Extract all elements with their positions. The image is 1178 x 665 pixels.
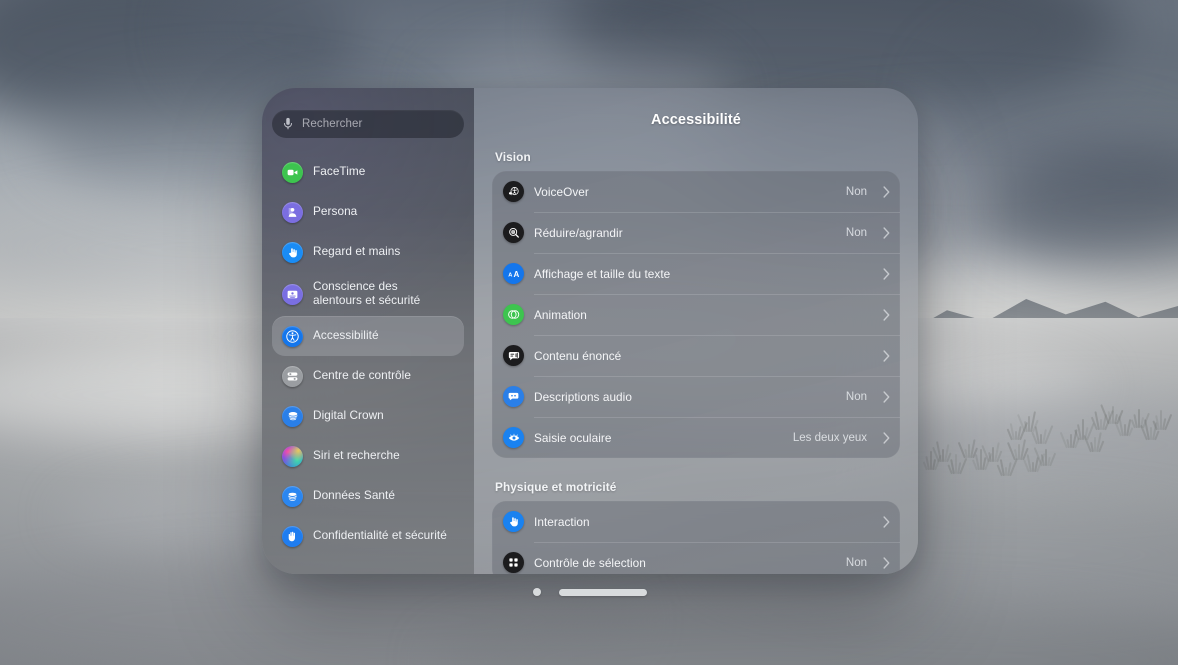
settings-row-label: Réduire/agrandir xyxy=(534,225,623,240)
svg-text:A: A xyxy=(508,272,512,278)
chevron-right-icon xyxy=(883,226,890,239)
settings-row-label: Saisie oculaire xyxy=(534,430,612,445)
settings-row-value: Non xyxy=(845,185,867,198)
chevron-right-icon xyxy=(883,515,890,528)
page-indicator-dot[interactable] xyxy=(533,588,541,596)
chevron-right-icon xyxy=(883,185,890,198)
accessibility-icon xyxy=(282,325,303,347)
sidebar-item-label: Persona xyxy=(313,204,358,219)
settings-row[interactable]: Réduire/agrandir Non xyxy=(492,212,900,253)
settings-row[interactable]: Animation xyxy=(492,294,900,335)
sidebar-item-facetime[interactable]: FaceTime xyxy=(272,152,464,192)
sidebar-item-label: Confidentialité et sécurité xyxy=(313,528,447,543)
settings-row-label: Animation xyxy=(534,307,587,322)
control-center-icon xyxy=(282,365,303,387)
microphone-icon xyxy=(283,117,293,130)
facetime-icon xyxy=(282,161,303,183)
settings-row-label: VoiceOver xyxy=(534,184,589,199)
sidebar-item-label: Données Santé xyxy=(313,488,395,503)
voiceover-icon xyxy=(503,181,524,202)
sidebar-item-accessibilit[interactable]: Accessibilité xyxy=(272,316,464,356)
sidebar-item-label: Conscience des alentours et sécurité xyxy=(313,279,421,307)
chevron-right-icon xyxy=(883,390,890,403)
awareness-icon xyxy=(282,283,303,305)
page-title: Accessibilité xyxy=(651,112,741,128)
settings-row-label: Affichage et taille du texte xyxy=(534,266,671,281)
audio-descriptions-icon xyxy=(503,386,524,407)
zoom-loupe-icon xyxy=(503,222,524,243)
motion-icon xyxy=(503,304,524,325)
settings-row[interactable]: Contrôle de sélection Non xyxy=(492,542,900,574)
chevron-right-icon xyxy=(883,267,890,280)
sidebar-item-label: Siri et recherche xyxy=(313,448,400,463)
search-input[interactable]: Rechercher xyxy=(272,110,464,138)
settings-card: Interaction Contrôle de sélection Non xyxy=(492,501,900,574)
settings-row-value: Non xyxy=(845,226,867,239)
sidebar-item-siri-et-recherche[interactable]: Siri et recherche xyxy=(272,436,464,476)
sidebar-item-confidentialit-et-scurit[interactable]: Confidentialité et sécurité xyxy=(272,516,464,556)
settings-row-value: Non xyxy=(845,556,867,569)
sidebar-item-label: Centre de contrôle xyxy=(313,368,411,383)
sidebar-item-persona[interactable]: Persona xyxy=(272,192,464,232)
settings-row[interactable]: Contenu énoncé xyxy=(492,335,900,376)
health-data-icon xyxy=(282,485,303,507)
sidebar-item-conscience-des-alentours-et-[interactable]: Conscience des alentours et sécurité xyxy=(272,272,464,316)
settings-row[interactable]: A A Affichage et taille du texte xyxy=(492,253,900,294)
switch-control-icon xyxy=(503,552,524,573)
desktop-background: Rechercher FaceTime Persona Regard et main… xyxy=(0,0,1178,665)
sidebar-item-label: FaceTime xyxy=(313,164,366,179)
svg-text:A: A xyxy=(513,270,519,279)
sidebar-item-label: Digital Crown xyxy=(313,408,384,423)
settings-groups: Vision VoiceOver Non Réduire/agrandir Non A A A… xyxy=(492,150,900,574)
settings-row[interactable]: Interaction xyxy=(492,501,900,542)
chevron-right-icon xyxy=(883,556,890,569)
settings-main-pane: Accessibilité Vision VoiceOver Non Réduire/… xyxy=(474,88,918,574)
settings-card: VoiceOver Non Réduire/agrandir Non A A Afficha… xyxy=(492,171,900,458)
settings-sidebar: Rechercher FaceTime Persona Regard et main… xyxy=(262,88,474,574)
interaction-hand-icon xyxy=(503,511,524,532)
window-grab-bar[interactable] xyxy=(559,588,647,596)
settings-row[interactable]: Descriptions audio Non xyxy=(492,376,900,417)
settings-row-value: Les deux yeux xyxy=(792,431,867,444)
settings-row-label: Contenu énoncé xyxy=(534,348,622,363)
settings-row-label: Descriptions audio xyxy=(534,389,632,404)
siri-icon xyxy=(282,445,303,467)
search-placeholder: Rechercher xyxy=(302,118,363,130)
digital-crown-icon xyxy=(282,405,303,427)
privacy-hand-icon xyxy=(282,525,303,547)
settings-row[interactable]: VoiceOver Non xyxy=(492,171,900,212)
text-size-icon: AA xyxy=(503,263,524,284)
sidebar-item-label: Regard et mains xyxy=(313,244,401,259)
sidebar-item-centre-de-contrle[interactable]: Centre de contrôle xyxy=(272,356,464,396)
spoken-content-icon xyxy=(503,345,524,366)
sidebar-item-digital-crown[interactable]: Digital Crown xyxy=(272,396,464,436)
settings-window: Rechercher FaceTime Persona Regard et main… xyxy=(262,88,918,574)
chevron-right-icon xyxy=(883,308,890,321)
settings-row-label: Contrôle de sélection xyxy=(534,555,646,570)
sidebar-nav-list: FaceTime Persona Regard et mains Conscience… xyxy=(272,152,464,556)
sidebar-item-label: Accessibilité xyxy=(313,328,379,343)
eye-hands-icon xyxy=(282,241,303,263)
group-header: Physique et motricité xyxy=(495,480,617,494)
sidebar-item-donnes-sant[interactable]: Données Santé xyxy=(272,476,464,516)
window-chrome xyxy=(262,580,918,604)
sidebar-item-regard-et-mains[interactable]: Regard et mains xyxy=(272,232,464,272)
settings-row[interactable]: Saisie oculaire Les deux yeux xyxy=(492,417,900,458)
group-header: Vision xyxy=(495,150,531,164)
chevron-right-icon xyxy=(883,349,890,362)
settings-row-value: Non xyxy=(845,390,867,403)
settings-row-label: Interaction xyxy=(534,514,590,529)
persona-icon xyxy=(282,201,303,223)
eye-input-icon xyxy=(503,427,524,448)
chevron-right-icon xyxy=(883,431,890,444)
